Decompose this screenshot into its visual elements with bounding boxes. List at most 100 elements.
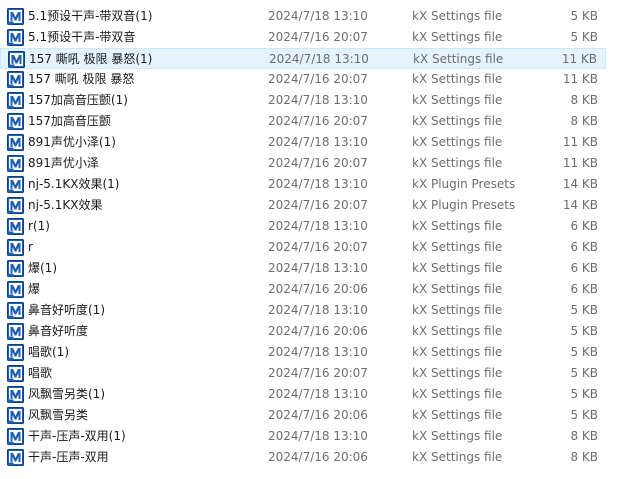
kx-file-icon (7, 176, 24, 193)
file-type: kX Settings file (412, 345, 503, 359)
file-type: kX Settings file (412, 135, 503, 149)
file-row[interactable]: 5.1预设干声-带双音(1) 2024/7/18 13:10 kX Settin… (0, 6, 606, 27)
kx-file-icon (7, 29, 24, 46)
file-row[interactable]: 风飘雪另类(1) 2024/7/18 13:10 kX Settings fil… (0, 384, 606, 405)
file-date-modified: 2024/7/16 20:07 (268, 156, 368, 170)
file-name: 157加高音压颤 (28, 114, 111, 128)
file-size: 11 KB (562, 156, 598, 170)
file-row[interactable]: 唱歌(1) 2024/7/18 13:10 kX Settings file 5… (0, 342, 606, 363)
file-size: 5 KB (570, 408, 598, 422)
file-name: 5.1预设干声-带双音(1) (28, 9, 153, 23)
file-size: 5 KB (570, 9, 598, 23)
file-date-modified: 2024/7/18 13:10 (268, 135, 368, 149)
kx-file-icon (7, 71, 24, 88)
kx-file-icon (7, 407, 24, 424)
file-row[interactable]: 157加高音压颤 2024/7/16 20:07 kX Settings fil… (0, 111, 606, 132)
kx-file-icon (7, 155, 24, 172)
file-name: 891声优小泽 (28, 156, 99, 170)
file-name: 唱歌 (28, 366, 53, 380)
file-date-modified: 2024/7/16 20:06 (268, 408, 368, 422)
file-row[interactable]: 爆 2024/7/16 20:06 kX Settings file 6 KB (0, 279, 606, 300)
kx-file-icon (8, 51, 25, 68)
file-name: 157 嘶吼 极限 暴怒(1) (29, 52, 153, 66)
file-type: kX Settings file (412, 324, 503, 338)
file-type: kX Settings file (412, 93, 503, 107)
file-row[interactable]: 鼻音好听度 2024/7/16 20:06 kX Settings file 5… (0, 321, 606, 342)
file-name: r(1) (28, 219, 50, 233)
file-size: 5 KB (570, 303, 598, 317)
kx-file-icon (7, 239, 24, 256)
file-date-modified: 2024/7/18 13:10 (268, 303, 368, 317)
file-date-modified: 2024/7/18 13:10 (268, 9, 368, 23)
file-size: 8 KB (570, 450, 598, 464)
file-name: 鼻音好听度 (28, 324, 89, 338)
file-row[interactable]: 891声优小泽 2024/7/16 20:07 kX Settings file… (0, 153, 606, 174)
file-size: 11 KB (562, 135, 598, 149)
file-name: 干声-压声-双用 (28, 450, 109, 464)
kx-file-icon (7, 449, 24, 466)
file-row[interactable]: 891声优小泽(1) 2024/7/18 13:10 kX Settings f… (0, 132, 606, 153)
kx-file-icon (7, 260, 24, 277)
file-date-modified: 2024/7/16 20:07 (268, 30, 368, 44)
file-row[interactable]: 鼻音好听度(1) 2024/7/18 13:10 kX Settings fil… (0, 300, 606, 321)
file-size: 6 KB (570, 240, 598, 254)
file-date-modified: 2024/7/16 20:06 (268, 282, 368, 296)
file-type: kX Plugin Presets (412, 177, 516, 191)
file-date-modified: 2024/7/18 13:10 (268, 429, 368, 443)
file-row[interactable]: 157 嘶吼 极限 暴怒(1) 2024/7/18 13:10 kX Setti… (0, 48, 606, 69)
file-date-modified: 2024/7/18 13:10 (268, 261, 368, 275)
file-date-modified: 2024/7/16 20:07 (268, 366, 368, 380)
kx-file-icon (7, 386, 24, 403)
file-name: nj-5.1KX效果 (28, 198, 103, 212)
file-size: 14 KB (562, 198, 598, 212)
file-size: 6 KB (570, 282, 598, 296)
file-row[interactable]: 157加高音压颤(1) 2024/7/18 13:10 kX Settings … (0, 90, 606, 111)
file-name: r (28, 240, 33, 254)
file-name: 爆 (28, 282, 41, 296)
file-row[interactable]: 爆(1) 2024/7/18 13:10 kX Settings file 6 … (0, 258, 606, 279)
file-date-modified: 2024/7/16 20:06 (268, 450, 368, 464)
file-row[interactable]: nj-5.1KX效果(1) 2024/7/18 13:10 kX Plugin … (0, 174, 606, 195)
kx-file-icon (7, 323, 24, 340)
file-type: kX Settings file (412, 9, 503, 23)
file-row[interactable]: nj-5.1KX效果 2024/7/16 20:07 kX Plugin Pre… (0, 195, 606, 216)
kx-file-icon (7, 428, 24, 445)
file-size: 5 KB (570, 387, 598, 401)
file-type: kX Settings file (412, 450, 503, 464)
file-row[interactable]: 干声-压声-双用 2024/7/16 20:06 kX Settings fil… (0, 447, 606, 468)
file-size: 5 KB (570, 345, 598, 359)
file-name: 风飘雪另类 (28, 408, 89, 422)
kx-file-icon (7, 365, 24, 382)
file-size: 8 KB (570, 114, 598, 128)
kx-file-icon (7, 197, 24, 214)
file-row[interactable]: 唱歌 2024/7/16 20:07 kX Settings file 5 KB (0, 363, 606, 384)
file-row[interactable]: 干声-压声-双用(1) 2024/7/18 13:10 kX Settings … (0, 426, 606, 447)
file-type: kX Settings file (412, 303, 503, 317)
file-size: 8 KB (570, 93, 598, 107)
file-row[interactable]: 5.1预设干声-带双音 2024/7/16 20:07 kX Settings … (0, 27, 606, 48)
kx-file-icon (7, 8, 24, 25)
file-type: kX Settings file (412, 408, 503, 422)
file-size: 11 KB (561, 52, 597, 66)
file-list: 5.1预设干声-带双音(1) 2024/7/18 13:10 kX Settin… (0, 0, 635, 479)
file-row[interactable]: 157 嘶吼 极限 暴怒 2024/7/16 20:07 kX Settings… (0, 69, 606, 90)
file-name: 风飘雪另类(1) (28, 387, 105, 401)
kx-file-icon (7, 134, 24, 151)
file-type: kX Settings file (412, 30, 503, 44)
file-type: kX Settings file (412, 261, 503, 275)
file-size: 5 KB (570, 366, 598, 380)
file-type: kX Settings file (413, 52, 504, 66)
file-row[interactable]: r 2024/7/16 20:07 kX Settings file 6 KB (0, 237, 606, 258)
file-row[interactable]: r(1) 2024/7/18 13:10 kX Settings file 6 … (0, 216, 606, 237)
kx-file-icon (7, 344, 24, 361)
file-date-modified: 2024/7/18 13:10 (268, 387, 368, 401)
file-date-modified: 2024/7/16 20:07 (268, 114, 368, 128)
file-row[interactable]: 风飘雪另类 2024/7/16 20:06 kX Settings file 5… (0, 405, 606, 426)
file-size: 5 KB (570, 324, 598, 338)
file-name: nj-5.1KX效果(1) (28, 177, 120, 191)
file-date-modified: 2024/7/16 20:07 (268, 72, 368, 86)
file-type: kX Settings file (412, 429, 503, 443)
file-size: 6 KB (570, 261, 598, 275)
kx-file-icon (7, 113, 24, 130)
kx-file-icon (7, 92, 24, 109)
